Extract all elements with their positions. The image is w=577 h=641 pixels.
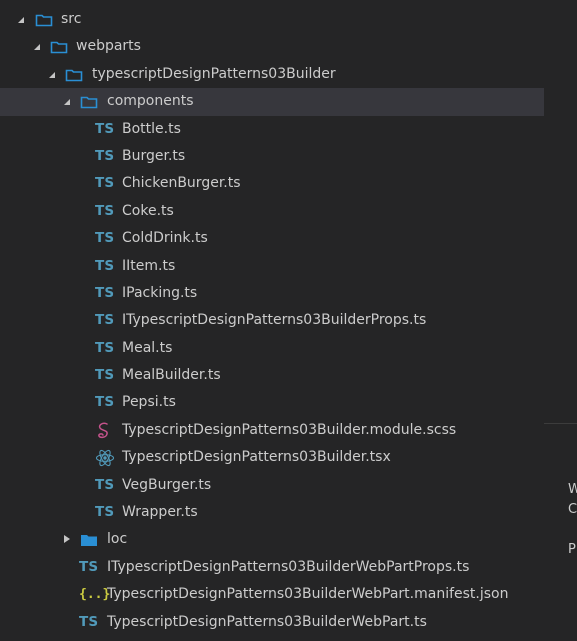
typescript-icon: TS	[79, 558, 99, 575]
file-explorer-tree: src webparts typescriptDesignPatterns03Bui…	[0, 6, 544, 636]
tree-folder-row[interactable]: loc	[0, 526, 544, 553]
tree-item-label: TypescriptDesignPatterns03BuilderWebPart…	[107, 613, 427, 630]
tree-item-label: webparts	[76, 38, 141, 55]
tree-item-label: Meal.ts	[122, 339, 173, 356]
tree-item-label: typescriptDesignPatterns03Builder	[92, 65, 336, 82]
folder-open-icon	[80, 88, 100, 115]
tree-item-label: VegBurger.ts	[122, 476, 212, 493]
panel-divider	[544, 423, 577, 424]
tree-item-label: Wrapper.ts	[122, 504, 198, 521]
tree-item-label: IItem.ts	[122, 257, 176, 274]
typescript-icon: TS	[95, 175, 115, 192]
tree-file-row[interactable]: TS IPacking.ts	[0, 280, 544, 307]
tree-file-row[interactable]: TS MealBuilder.ts	[0, 362, 544, 389]
tree-file-row[interactable]: TS Pepsi.ts	[0, 389, 544, 416]
typescript-icon: TS	[79, 613, 99, 630]
tree-file-row[interactable]: TypescriptDesignPatterns03Builder.module…	[0, 417, 544, 444]
typescript-icon: TS	[95, 202, 115, 219]
typescript-icon: TS	[95, 120, 115, 137]
typescript-icon: TS	[95, 230, 115, 247]
typescript-icon: TS	[95, 476, 115, 493]
folder-open-icon	[35, 6, 55, 33]
tree-folder-row[interactable]: components	[0, 88, 544, 116]
tree-file-row[interactable]: TS Bottle.ts	[0, 116, 544, 143]
tree-item-label: Burger.ts	[122, 147, 186, 164]
right-panel-fragment: C	[568, 502, 577, 517]
tree-item-label: TypescriptDesignPatterns03Builder.module…	[122, 421, 457, 438]
tree-item-label: src	[61, 11, 82, 27]
tree-file-row[interactable]: TS Meal.ts	[0, 335, 544, 362]
tree-item-label: TypescriptDesignPatterns03Builder.tsx	[122, 449, 391, 466]
tree-folder-row[interactable]: typescriptDesignPatterns03Builder	[0, 61, 544, 88]
tree-file-row[interactable]: TS ChickenBurger.ts	[0, 170, 544, 197]
tree-file-row[interactable]: TypescriptDesignPatterns03Builder.tsx	[0, 444, 544, 471]
tree-item-label: TypescriptDesignPatterns03BuilderWebPart…	[107, 586, 509, 603]
typescript-icon: TS	[95, 339, 115, 356]
typescript-icon: TS	[95, 367, 115, 384]
tree-file-row[interactable]: TS ITypescriptDesignPatterns03BuilderProp…	[0, 307, 544, 334]
typescript-icon: TS	[95, 504, 115, 521]
right-panel-fragment: W	[568, 482, 577, 497]
typescript-icon: TS	[95, 147, 115, 164]
folder-open-icon	[65, 61, 85, 88]
tree-file-row[interactable]: TS Coke.ts	[0, 198, 544, 225]
tree-file-row[interactable]: TS Burger.ts	[0, 143, 544, 170]
json-icon: {..}	[79, 587, 111, 603]
tree-item-label: ITypescriptDesignPatterns03BuilderProps.…	[122, 312, 427, 329]
tree-item-label: Coke.ts	[122, 202, 174, 219]
tree-item-label: ITypescriptDesignPatterns03BuilderWebPar…	[107, 558, 470, 575]
sass-icon	[95, 417, 115, 444]
tree-folder-row[interactable]: webparts	[0, 33, 544, 60]
typescript-icon: TS	[95, 284, 115, 301]
folder-open-icon	[50, 33, 70, 60]
tree-item-label: IPacking.ts	[122, 284, 198, 301]
tree-file-row[interactable]: TS ColdDrink.ts	[0, 225, 544, 252]
tree-folder-row[interactable]: src	[0, 6, 544, 33]
tree-file-row[interactable]: TS VegBurger.ts	[0, 472, 544, 499]
tree-item-label: Bottle.ts	[122, 120, 181, 137]
react-icon	[95, 444, 115, 471]
tree-file-row[interactable]: TS Wrapper.ts	[0, 499, 544, 526]
tree-item-label: MealBuilder.ts	[122, 367, 221, 384]
tree-file-row[interactable]: TS ITypescriptDesignPatterns03BuilderWebP…	[0, 554, 544, 581]
tree-item-label: components	[107, 93, 194, 110]
tree-item-label: ChickenBurger.ts	[122, 175, 241, 192]
tree-item-label: loc	[107, 531, 128, 548]
tree-item-label: Pepsi.ts	[122, 394, 176, 411]
folder-icon	[80, 526, 100, 553]
typescript-icon: TS	[95, 312, 115, 329]
tree-file-row[interactable]: TS IItem.ts	[0, 253, 544, 280]
typescript-icon: TS	[95, 257, 115, 274]
tree-item-label: ColdDrink.ts	[122, 230, 208, 247]
typescript-icon: TS	[95, 394, 115, 411]
tree-file-row[interactable]: {..} TypescriptDesignPatterns03BuilderWeb…	[0, 581, 544, 608]
tree-file-row[interactable]: TS TypescriptDesignPatterns03BuilderWebPa…	[0, 609, 544, 636]
right-panel-fragment: P	[568, 542, 576, 557]
